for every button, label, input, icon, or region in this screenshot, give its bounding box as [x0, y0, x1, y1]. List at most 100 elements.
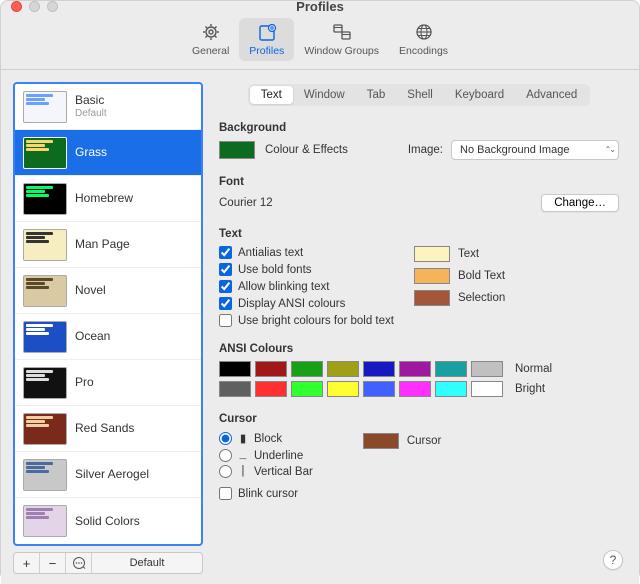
cursor-glyph: | — [238, 465, 248, 478]
ansi-section: ANSI Colours Normal Bright — [213, 335, 625, 397]
profile-name: Ocean — [75, 329, 110, 343]
cursor-radio[interactable]: |Vertical Bar — [219, 465, 313, 478]
tab-window[interactable]: Window — [293, 86, 356, 104]
general-icon — [200, 22, 222, 42]
text-color-item: Selection — [414, 290, 505, 306]
encodings-icon — [413, 22, 435, 42]
text-checkbox[interactable]: Use bright colours for bold text — [219, 314, 394, 327]
checkbox-label: Antialias text — [238, 247, 303, 259]
profile-row[interactable]: Grass — [15, 130, 201, 176]
text-checkbox[interactable]: Antialias text — [219, 246, 394, 259]
ansi-color-well[interactable] — [399, 381, 431, 397]
ansi-color-well[interactable] — [363, 381, 395, 397]
profile-thumbnail — [23, 367, 67, 399]
checkbox-input[interactable] — [219, 246, 232, 259]
profile-thumbnail — [23, 137, 67, 169]
profile-name: Basic — [75, 93, 107, 107]
ansi-row-label: Bright — [515, 383, 545, 395]
profile-row[interactable]: Pro — [15, 360, 201, 406]
tab-keyboard[interactable]: Keyboard — [444, 86, 515, 104]
ansi-color-well[interactable] — [327, 381, 359, 397]
profile-row[interactable]: Man Page — [15, 222, 201, 268]
checkbox-label: Use bright colours for bold text — [238, 315, 394, 327]
ansi-color-well[interactable] — [435, 361, 467, 377]
section-header-font: Font — [219, 176, 619, 188]
profiles-icon — [256, 22, 278, 42]
profile-name: Pro — [75, 375, 94, 389]
main-panel: TextWindowTabShellKeyboardAdvanced Backg… — [213, 82, 629, 574]
ansi-color-well[interactable] — [327, 361, 359, 377]
profile-name: Novel — [75, 283, 106, 297]
toolbar-item-window-groups[interactable]: Window Groups — [294, 18, 389, 61]
profile-row[interactable]: Novel — [15, 268, 201, 314]
radio-label: Underline — [254, 450, 303, 462]
profile-row[interactable]: BasicDefault — [15, 84, 201, 130]
toolbar-label: Window Groups — [304, 45, 379, 57]
ansi-color-well[interactable] — [255, 381, 287, 397]
checkbox-input[interactable] — [219, 487, 232, 500]
toolbar-item-encodings[interactable]: Encodings — [389, 18, 458, 61]
checkbox-label: Allow blinking text — [238, 281, 329, 293]
radio-input[interactable] — [219, 449, 232, 462]
checkbox-input[interactable] — [219, 314, 232, 327]
profile-row[interactable]: Ocean — [15, 314, 201, 360]
text-checkbox[interactable]: Display ANSI colours — [219, 297, 394, 310]
toolbar-label: Profiles — [249, 45, 284, 57]
profile-actions-menu[interactable] — [66, 553, 92, 573]
profile-row[interactable]: Silver Aerogel — [15, 452, 201, 498]
blink-cursor-checkbox[interactable]: Blink cursor — [219, 487, 313, 500]
cursor-radio[interactable]: _ Underline — [219, 449, 313, 462]
background-color-well[interactable] — [219, 141, 255, 159]
ansi-color-well[interactable] — [363, 361, 395, 377]
radio-input[interactable] — [219, 432, 232, 445]
ansi-color-well[interactable] — [219, 361, 251, 377]
tab-advanced[interactable]: Advanced — [515, 86, 588, 104]
color-well[interactable] — [414, 268, 450, 284]
text-checkbox[interactable]: Use bold fonts — [219, 263, 394, 276]
checkbox-input[interactable] — [219, 263, 232, 276]
cursor-glyph: _ — [238, 449, 248, 462]
color-well[interactable] — [414, 246, 450, 262]
tab-text[interactable]: Text — [250, 86, 293, 104]
add-profile-button[interactable]: + — [14, 553, 40, 573]
ansi-color-well[interactable] — [255, 361, 287, 377]
ansi-color-well[interactable] — [291, 381, 323, 397]
profiles-list[interactable]: BasicDefaultGrass Homebrew Man Page Novel Oc… — [13, 82, 203, 546]
background-image-dropdown[interactable]: No Background Image — [451, 140, 619, 160]
toolbar-label: Encodings — [399, 45, 448, 57]
cursor-color-well[interactable] — [363, 433, 399, 449]
font-value: Courier 12 — [219, 197, 273, 209]
ansi-color-well[interactable] — [471, 361, 503, 377]
checkbox-input[interactable] — [219, 297, 232, 310]
help-button[interactable]: ? — [603, 550, 623, 570]
remove-profile-button[interactable]: − — [40, 553, 66, 573]
profile-thumbnail — [23, 413, 67, 445]
ellipsis-dropdown-icon — [72, 556, 86, 570]
ansi-color-well[interactable] — [435, 381, 467, 397]
ansi-color-well[interactable] — [291, 361, 323, 377]
text-section: Text Antialias textUse bold fontsAllow b… — [213, 220, 625, 327]
profile-name: Homebrew — [75, 191, 133, 205]
change-font-button[interactable]: Change… — [541, 194, 619, 212]
profile-row[interactable]: Solid Colors — [15, 498, 201, 544]
checkbox-label: Display ANSI colours — [238, 298, 345, 310]
set-default-button[interactable]: Default — [92, 553, 202, 573]
color-well[interactable] — [414, 290, 450, 306]
color-label: Bold Text — [458, 270, 505, 282]
cursor-radio[interactable]: ▮Block — [219, 431, 313, 446]
tab-shell[interactable]: Shell — [396, 86, 444, 104]
cursor-section: Cursor ▮Block_Underline|Vertical BarBlin… — [213, 405, 625, 500]
toolbar-item-general[interactable]: General — [182, 18, 239, 61]
tab-tab[interactable]: Tab — [356, 86, 397, 104]
ansi-color-well[interactable] — [219, 381, 251, 397]
profile-row[interactable]: Homebrew — [15, 176, 201, 222]
text-checkbox[interactable]: Allow blinking text — [219, 280, 394, 293]
ansi-row-label: Normal — [515, 363, 552, 375]
profile-row[interactable]: Red Sands — [15, 406, 201, 452]
ansi-color-well[interactable] — [471, 381, 503, 397]
checkbox-input[interactable] — [219, 280, 232, 293]
radio-input[interactable] — [219, 465, 232, 478]
background-image-label: Image: — [408, 144, 443, 156]
ansi-color-well[interactable] — [399, 361, 431, 377]
toolbar-item-profiles[interactable]: Profiles — [239, 18, 294, 61]
